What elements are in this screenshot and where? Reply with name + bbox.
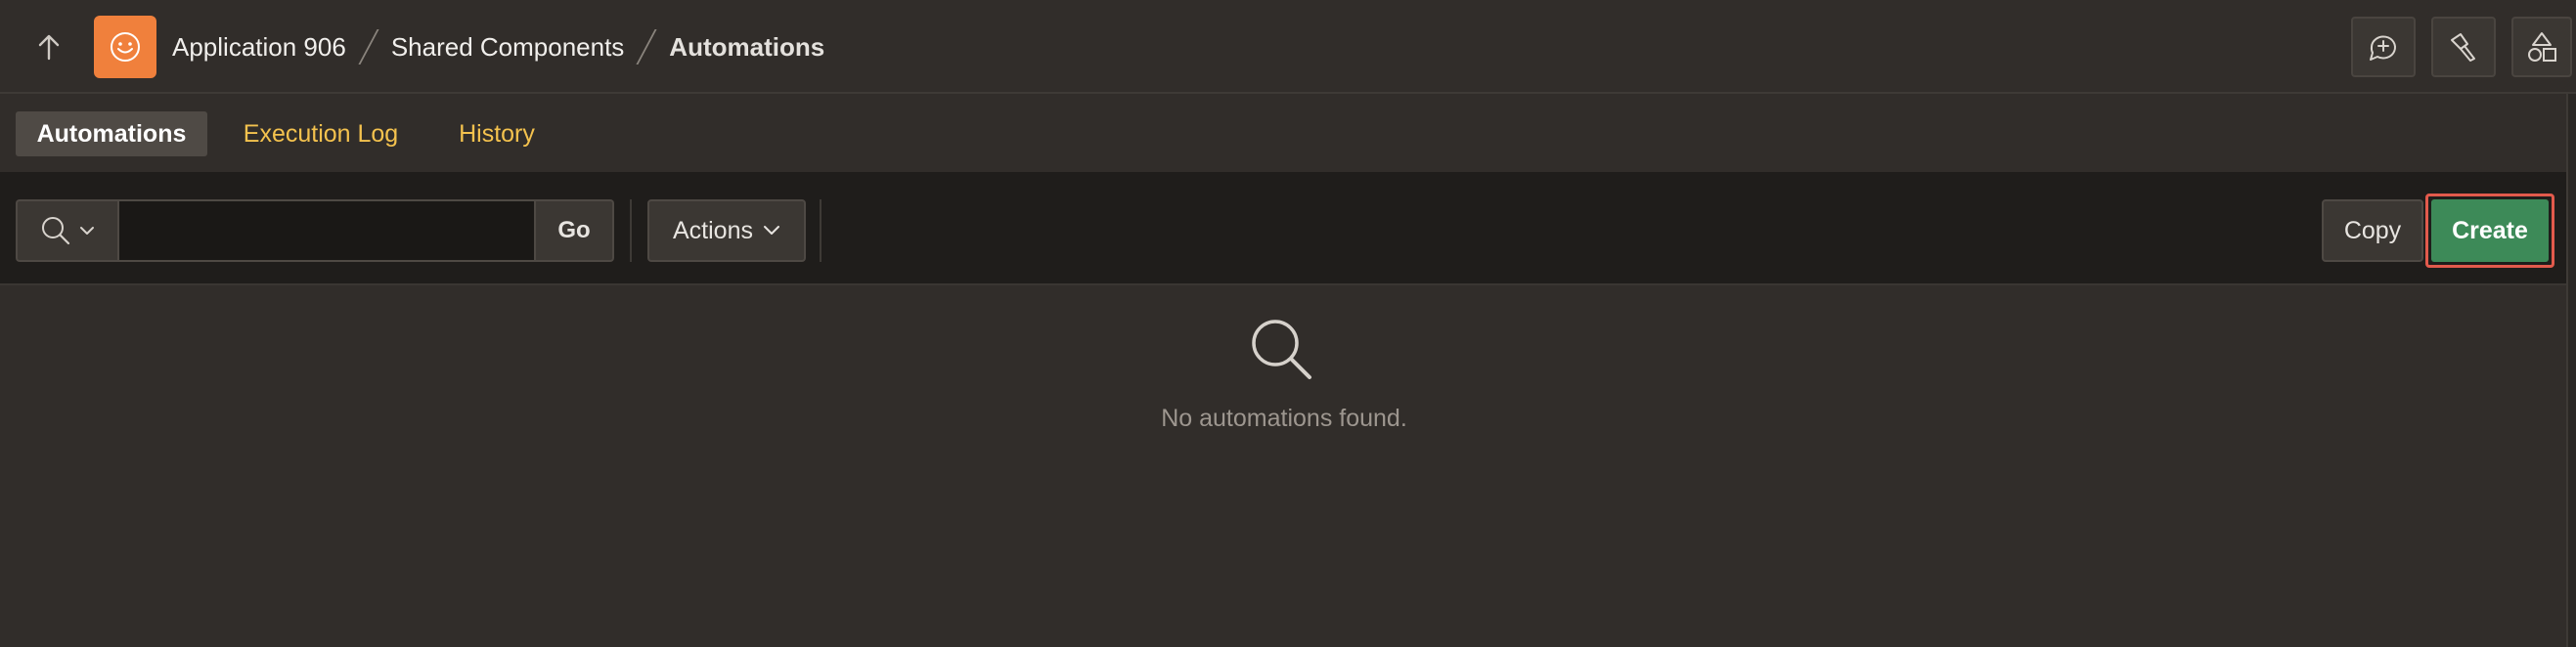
- shapes-icon: [2528, 32, 2556, 62]
- scrollbar[interactable]: [2566, 94, 2576, 647]
- breadcrumb-separator: [358, 29, 379, 65]
- smiley-app-icon: [111, 32, 140, 62]
- toolbar-divider: [630, 199, 632, 262]
- search-icon: [42, 217, 70, 245]
- arrow-up-icon: [38, 34, 60, 61]
- empty-state-message: No automations found.: [1161, 405, 1407, 432]
- search-input[interactable]: [117, 199, 536, 262]
- shared-components-button[interactable]: [2511, 17, 2572, 77]
- tab-execution-log[interactable]: Execution Log: [231, 111, 411, 156]
- tab-bar: Automations Execution Log History: [0, 94, 2568, 174]
- create-button[interactable]: Create: [2431, 199, 2549, 262]
- search-icon: [1252, 320, 1311, 379]
- breadcrumb-shared-components[interactable]: Shared Components: [391, 32, 624, 63]
- tab-automations[interactable]: Automations: [16, 111, 207, 156]
- app-icon[interactable]: [94, 16, 156, 78]
- chevron-down-icon: [763, 226, 779, 235]
- search-column-selector[interactable]: [16, 199, 117, 262]
- add-comment-icon: [2370, 35, 2396, 61]
- breadcrumb-application[interactable]: Application 906: [172, 32, 346, 63]
- report-toolbar: Go Actions Copy Create: [0, 174, 2568, 285]
- flashlight-icon: [2451, 33, 2475, 62]
- toolbar-divider: [820, 199, 822, 262]
- breadcrumb: Application 906 Shared Components Automa…: [172, 0, 824, 94]
- breadcrumb-separator: [636, 29, 657, 65]
- actions-label: Actions: [673, 216, 753, 244]
- create-button-highlight: Create: [2425, 194, 2554, 268]
- tab-history[interactable]: History: [442, 111, 552, 156]
- up-arrow-button[interactable]: [29, 27, 68, 66]
- breadcrumb-current-page: Automations: [669, 31, 825, 62]
- search-group: Go: [16, 199, 614, 262]
- top-header: Application 906 Shared Components Automa…: [0, 0, 2576, 94]
- add-comment-button[interactable]: [2351, 17, 2416, 77]
- page: Application 906 Shared Components Automa…: [0, 0, 2576, 647]
- go-button[interactable]: Go: [536, 199, 614, 262]
- empty-state: No automations found.: [0, 285, 2568, 647]
- flashlight-button[interactable]: [2431, 17, 2496, 77]
- chevron-down-icon: [80, 227, 94, 235]
- copy-button[interactable]: Copy: [2322, 199, 2423, 262]
- actions-menu-button[interactable]: Actions: [647, 199, 806, 262]
